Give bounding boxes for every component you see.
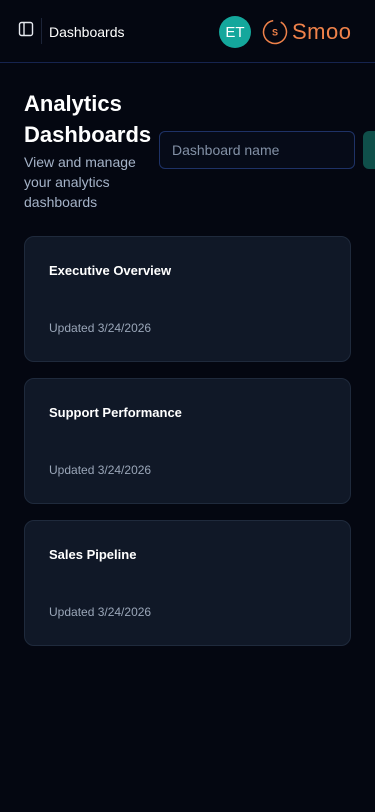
brand-logo[interactable]: S Smoo bbox=[262, 17, 351, 47]
sidebar-toggle-icon bbox=[18, 21, 34, 42]
page-title: Analytics Dashboards bbox=[24, 91, 152, 147]
logo-text: Smoo bbox=[292, 19, 352, 44]
page-subtitle: View and manage your analytics dashboard… bbox=[24, 154, 136, 210]
dashboard-card-updated: Updated 3/24/2026 bbox=[49, 463, 152, 477]
app-root: Dashboards ET S Smoo Analytics Dashboard… bbox=[0, 0, 375, 812]
header-divider bbox=[41, 18, 42, 44]
top-bar: Dashboards ET S Smoo bbox=[0, 0, 375, 63]
dashboard-search-input[interactable] bbox=[159, 131, 355, 169]
logo-mark-icon: S bbox=[262, 19, 288, 45]
header-title: Dashboards bbox=[49, 24, 125, 40]
dashboard-card-updated: Updated 3/24/2026 bbox=[49, 321, 152, 335]
logo-mark-letter: S bbox=[272, 28, 278, 38]
dashboard-card[interactable]: Sales Pipeline Updated 3/24/2026 bbox=[24, 520, 351, 646]
dashboard-card-title: Support Performance bbox=[49, 405, 182, 420]
sidebar-toggle-button[interactable] bbox=[16, 21, 36, 41]
dashboard-card-title: Executive Overview bbox=[49, 263, 172, 278]
create-dashboard-button[interactable] bbox=[363, 131, 375, 169]
dashboard-card-updated: Updated 3/24/2026 bbox=[49, 605, 152, 619]
avatar[interactable]: ET bbox=[219, 16, 251, 48]
dashboard-card-title: Sales Pipeline bbox=[49, 547, 137, 562]
dashboard-card[interactable]: Support Performance Updated 3/24/2026 bbox=[24, 378, 351, 504]
dashboard-card[interactable]: Executive Overview Updated 3/24/2026 bbox=[24, 236, 351, 362]
